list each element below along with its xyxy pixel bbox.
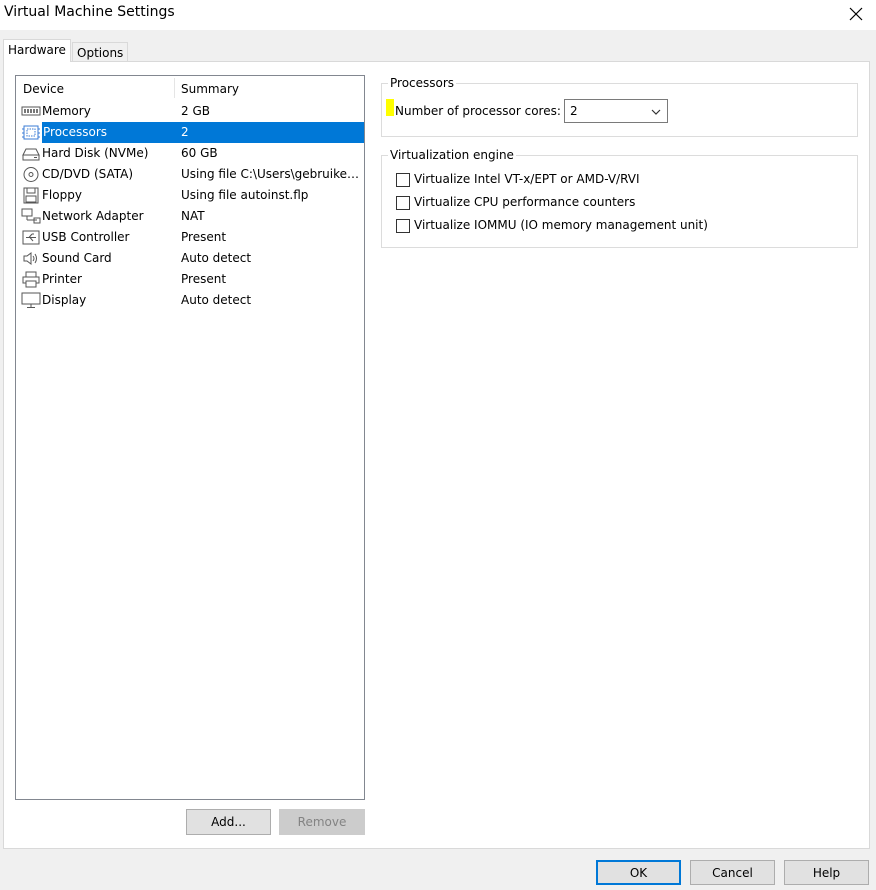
cancel-button[interactable]: Cancel: [690, 860, 775, 885]
column-separator[interactable]: [174, 78, 175, 98]
device-name: Floppy: [42, 188, 82, 202]
memory-icon: [21, 106, 41, 116]
column-header-device[interactable]: Device: [23, 82, 64, 96]
title-bar: Virtual Machine Settings: [0, 0, 876, 30]
remove-button[interactable]: Remove: [279, 809, 365, 835]
usb-icon: [22, 230, 40, 245]
cores-value: 2: [570, 104, 578, 118]
checkbox-vtx-ept-label[interactable]: Virtualize Intel VT-x/EPT or AMD-V/RVI: [414, 172, 640, 186]
device-row-hard-disk[interactable]: Hard Disk (NVMe) 60 GB: [16, 143, 364, 164]
device-summary: Auto detect: [181, 293, 252, 307]
device-summary: Using file C:\Users\gebruiker...: [181, 167, 361, 181]
help-button[interactable]: Help: [784, 860, 869, 885]
checkbox-vtx-ept[interactable]: [396, 173, 410, 187]
device-row-printer[interactable]: Printer Present: [16, 269, 364, 290]
device-name: Display: [42, 293, 87, 307]
processors-group-title: Processors: [388, 76, 457, 90]
device-summary: Auto detect: [181, 251, 252, 265]
checkbox-iommu[interactable]: [396, 219, 410, 233]
device-name: USB Controller: [42, 230, 130, 244]
chevron-down-icon: [651, 109, 661, 115]
floppy-icon: [23, 187, 39, 204]
device-row-processors[interactable]: Processors 2: [16, 122, 364, 143]
close-button[interactable]: [836, 0, 876, 28]
cores-label: Number of processor cores:: [395, 104, 561, 118]
window-title: Virtual Machine Settings: [4, 4, 175, 20]
network-adapter-icon: [21, 208, 41, 224]
device-list[interactable]: Device Summary Memory 2 GB Processors 2: [15, 75, 365, 800]
processor-icon: [22, 125, 40, 140]
device-name: Sound Card: [42, 251, 112, 265]
device-row-network-adapter[interactable]: Network Adapter NAT: [16, 206, 364, 227]
checkbox-iommu-label[interactable]: Virtualize IOMMU (IO memory management u…: [414, 218, 708, 232]
device-summary: Present: [181, 272, 227, 286]
device-summary: 2: [181, 125, 189, 139]
device-name: Network Adapter: [42, 209, 144, 223]
tab-options[interactable]: Options: [72, 42, 129, 62]
ok-button[interactable]: OK: [596, 860, 681, 885]
device-name: Hard Disk (NVMe): [42, 146, 149, 160]
device-summary: 2 GB: [181, 104, 210, 118]
speaker-icon: [23, 252, 37, 265]
device-summary: Using file autoinst.flp: [181, 188, 309, 202]
checkbox-cpu-counters-label[interactable]: Virtualize CPU performance counters: [414, 195, 635, 209]
list-header: Device Summary: [16, 76, 364, 98]
column-header-summary[interactable]: Summary: [181, 82, 239, 96]
checkbox-cpu-counters[interactable]: [396, 196, 410, 210]
cores-dropdown[interactable]: 2: [564, 99, 668, 123]
printer-icon: [22, 271, 40, 288]
device-name: CD/DVD (SATA): [42, 167, 134, 181]
virtualization-group-title: Virtualization engine: [388, 148, 516, 162]
device-row-sound-card[interactable]: Sound Card Auto detect: [16, 248, 364, 269]
highlight-marker: [386, 99, 394, 116]
device-row-display[interactable]: Display Auto detect: [16, 290, 364, 311]
monitor-icon: [21, 292, 41, 308]
tab-hardware[interactable]: Hardware: [3, 39, 71, 62]
close-icon: [849, 7, 863, 21]
device-summary: Present: [181, 230, 227, 244]
device-name: Printer: [42, 272, 82, 286]
device-summary: NAT: [181, 209, 205, 223]
device-row-floppy[interactable]: Floppy Using file autoinst.flp: [16, 185, 364, 206]
device-row-usb-controller[interactable]: USB Controller Present: [16, 227, 364, 248]
device-summary: 60 GB: [181, 146, 218, 160]
cd-dvd-icon: [23, 167, 39, 182]
add-button[interactable]: Add...: [186, 809, 271, 835]
device-row-memory[interactable]: Memory 2 GB: [16, 101, 364, 122]
device-row-cd-dvd[interactable]: CD/DVD (SATA) Using file C:\Users\gebrui…: [16, 164, 364, 185]
hard-disk-icon: [22, 148, 40, 161]
device-name: Memory: [42, 104, 91, 118]
